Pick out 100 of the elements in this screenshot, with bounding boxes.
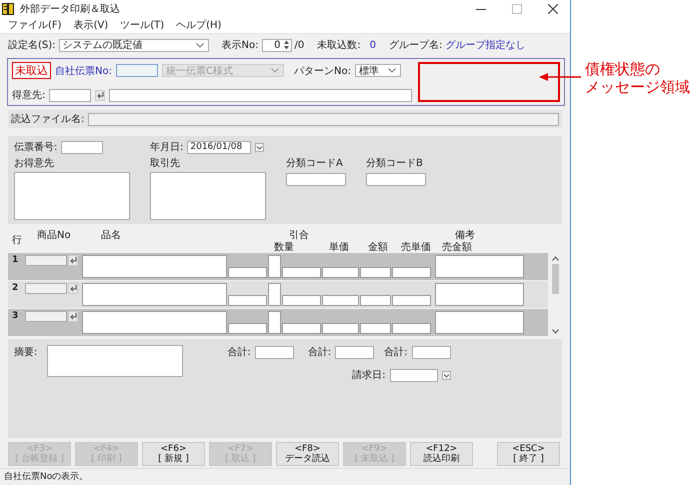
total-field[interactable]: [335, 346, 374, 358]
scroll-down-icon[interactable]: [552, 329, 558, 334]
menu-item[interactable]: 表示(V): [74, 18, 108, 32]
remarks-field[interactable]: [435, 255, 524, 278]
arrow-icon: [70, 257, 76, 264]
voucher-no-field[interactable]: [61, 140, 104, 154]
pending-count: 0: [370, 40, 376, 50]
window-title: 外部データ印刷＆取込: [20, 2, 120, 16]
sale-amount-field[interactable]: [392, 267, 431, 278]
function-key-button[interactable]: <F8> データ読込: [276, 442, 339, 466]
lookup-button[interactable]: [68, 311, 78, 322]
pattern-label: パターンNo:: [294, 64, 351, 78]
sale-price-field[interactable]: [360, 267, 391, 278]
product-no-field[interactable]: [25, 311, 67, 322]
scroll-up-icon[interactable]: [552, 256, 558, 261]
arrow-icon: [96, 92, 104, 98]
inquiry-field[interactable]: [268, 255, 281, 278]
voucher-no-label: 伝票番号:: [14, 140, 58, 154]
total-field[interactable]: [412, 346, 450, 358]
table-row[interactable]: 1: [8, 253, 548, 280]
unit-price-field[interactable]: [282, 267, 321, 278]
column-header: 備考: [455, 228, 475, 240]
display-no-label: 表示No:: [222, 38, 258, 52]
partner-label: 取引先: [150, 156, 181, 170]
billing-date-field[interactable]: [390, 368, 438, 382]
column-header: 行: [11, 234, 23, 247]
lookup-button[interactable]: [95, 90, 106, 100]
remarks-field[interactable]: [435, 283, 524, 306]
quantity-field[interactable]: [228, 295, 267, 306]
status-badge: 未取込: [12, 62, 51, 79]
sale-price-field[interactable]: [360, 295, 391, 306]
display-total: /0: [294, 40, 304, 50]
product-name-field[interactable]: [82, 283, 227, 306]
partner-field[interactable]: [150, 172, 266, 220]
code-b-label: 分類コードB: [366, 156, 424, 170]
function-key-button[interactable]: <ESC> [ 終了 ]: [497, 442, 560, 466]
sale-price-field[interactable]: [360, 323, 391, 334]
own-no-label: 自社伝票No:: [55, 64, 112, 78]
date-label: 年月日:: [150, 141, 184, 154]
summary-field[interactable]: [47, 345, 184, 377]
customer-name-field[interactable]: [109, 88, 412, 102]
table-row[interactable]: 3: [8, 309, 548, 336]
unit-price-field[interactable]: [282, 323, 321, 334]
unit-price-field[interactable]: [282, 295, 321, 306]
annotation-arrow: [539, 72, 581, 82]
inquiry-field[interactable]: [268, 283, 281, 306]
menu-item[interactable]: ツール(T): [120, 18, 164, 32]
total-field[interactable]: [254, 346, 294, 358]
sale-amount-field[interactable]: [392, 295, 431, 306]
display-no-field[interactable]: 0: [262, 38, 292, 52]
sale-amount-field[interactable]: [392, 323, 431, 334]
amount-field[interactable]: [322, 323, 359, 334]
group-label: グループ名:: [388, 38, 442, 52]
arrow-icon: [70, 285, 76, 292]
quantity-field[interactable]: [228, 323, 267, 334]
chevron-icon: [388, 68, 396, 73]
file-name-label: 読込ファイル名:: [11, 112, 84, 126]
inquiry-field[interactable]: [268, 311, 281, 334]
code-b-field[interactable]: [366, 173, 426, 186]
product-name-field[interactable]: [82, 311, 227, 334]
pending-label: 未取込数:: [317, 38, 361, 52]
product-name-field[interactable]: [82, 255, 227, 278]
menu-item[interactable]: ファイル(F): [8, 18, 62, 32]
own-no-field[interactable]: [116, 64, 158, 77]
menu-item[interactable]: ヘルプ(H): [176, 18, 222, 32]
function-key-button[interactable]: <F12> 読込印刷: [410, 442, 473, 466]
chevron-icon[interactable]: [255, 142, 264, 152]
amount-field[interactable]: [322, 295, 359, 306]
row-number: 3: [11, 311, 20, 323]
app-icon: [2, 2, 14, 14]
annotation-text: 債権状態の メッセージ領域: [585, 60, 690, 96]
customer-field[interactable]: [14, 172, 130, 220]
lookup-button[interactable]: [68, 255, 78, 266]
quantity-field[interactable]: [228, 267, 267, 278]
setting-label: 設定名(S):: [8, 38, 56, 52]
lookup-button[interactable]: [68, 283, 78, 294]
row-number: 2: [11, 283, 20, 295]
column-header: 引合: [289, 229, 310, 240]
product-no-field[interactable]: [25, 255, 67, 266]
maximize-icon[interactable]: [512, 4, 522, 14]
amount-field[interactable]: [322, 267, 359, 278]
code-a-field[interactable]: [286, 173, 346, 186]
total-label: 合計:: [384, 346, 408, 359]
chevron-icon[interactable]: [442, 370, 450, 380]
table-row[interactable]: 2: [8, 281, 548, 308]
row-number: 1: [11, 255, 20, 267]
file-name-field[interactable]: [88, 112, 559, 126]
pattern-dropdown[interactable]: 標準: [354, 64, 401, 77]
column-header: 単価: [328, 241, 350, 252]
arrow-icon: [70, 313, 76, 320]
customer-label: 得意先:: [12, 88, 46, 102]
customer-code-field[interactable]: [49, 88, 92, 102]
chevron-icon: [270, 68, 279, 73]
setting-dropdown[interactable]: システムの既定値: [58, 38, 209, 52]
remarks-field[interactable]: [435, 311, 524, 334]
date-field[interactable]: 2016/01/08: [187, 140, 252, 154]
function-key-button[interactable]: <F6> [ 新規 ]: [142, 442, 205, 466]
close-icon[interactable]: [548, 4, 558, 14]
total-label: 合計:: [227, 346, 251, 359]
product-no-field[interactable]: [25, 283, 67, 294]
